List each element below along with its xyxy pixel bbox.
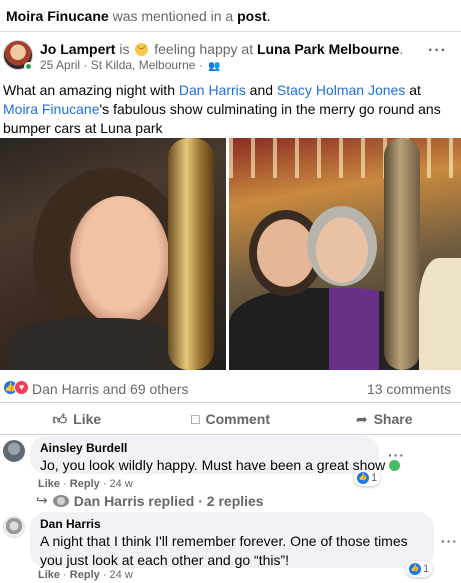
like-reaction-icon: 👍 — [357, 472, 369, 484]
love-reaction-icon: ♥ — [14, 380, 29, 395]
activity-text: is — [115, 41, 134, 57]
happy-face-icon — [135, 40, 149, 56]
post-headline: Jo Lampert is feeling happy at Luna Park… — [40, 40, 404, 57]
reaction-icons[interactable]: 👍 ♥ — [3, 380, 31, 396]
divider — [0, 31, 461, 32]
comment-bubble: Dan Harris A night that I think I'll rem… — [30, 512, 434, 568]
replier-avatar — [52, 494, 69, 507]
post-more-options-button[interactable]: ··· — [428, 42, 447, 60]
carousel-pole — [384, 138, 420, 370]
comment-reply-link[interactable]: Reply — [70, 478, 100, 490]
comment-like-link[interactable]: Like — [38, 478, 60, 490]
comment-actions: Like · Reply · 24 w — [38, 478, 133, 490]
comment-reaction-badge[interactable]: 👍 1 — [406, 561, 433, 577]
tag-dan-harris[interactable]: Dan Harris — [179, 82, 246, 98]
like-reaction-icon: 👍 — [409, 563, 421, 575]
caption-text: What an amazing night with — [3, 82, 179, 98]
replied-text: replied · — [144, 492, 207, 509]
comment-more-button[interactable]: ··· — [388, 447, 405, 463]
comment-reaction-badge[interactable]: 👍 1 — [354, 470, 381, 486]
carousel-horse — [419, 258, 461, 370]
post-actions: 👍︎ Like □ Comment ➦ Share — [0, 404, 461, 434]
carousel-lights — [229, 138, 461, 178]
mentioned-user-name[interactable]: Moira Finucane — [6, 8, 109, 24]
post-meta: 25 April · St Kilda, Melbourne · 👥 — [40, 58, 221, 72]
reactions-summary: 👍 ♥ Dan Harris and 69 others 13 comments — [0, 376, 461, 400]
comment-author[interactable]: Dan Harris — [40, 517, 424, 532]
comment-like-link[interactable]: Like — [38, 569, 60, 581]
post-date-location[interactable]: 25 April · St Kilda, Melbourne · — [40, 58, 203, 72]
reaction-count[interactable]: Dan Harris and 69 others — [32, 381, 188, 397]
notice-text: was mentioned in a — [108, 8, 238, 24]
view-replies-link[interactable]: ↪ Dan Harris replied · 2 replies — [36, 492, 264, 509]
comment-author[interactable]: Ainsley Burdell — [40, 441, 369, 456]
divider — [0, 402, 461, 403]
post-photo-friends[interactable] — [229, 138, 461, 370]
caption-text: and — [245, 82, 277, 98]
post-photo-selfie[interactable] — [0, 138, 226, 370]
location-link[interactable]: Luna Park Melbourne — [257, 41, 399, 57]
comment-text: Jo, you look wildly happy. Must have bee… — [40, 456, 401, 475]
carousel-pole — [168, 138, 214, 370]
comment-age[interactable]: 24 w — [110, 478, 133, 490]
tag-stacy-holman-jones[interactable]: Stacy Holman Jones — [277, 82, 405, 98]
headline-period: . — [399, 41, 404, 57]
post-author-name[interactable]: Jo Lampert — [40, 41, 115, 57]
notice-period: . — [266, 8, 271, 24]
comment-reaction-count: 1 — [371, 472, 378, 484]
comment-reaction-count: 1 — [423, 563, 430, 575]
replies-count: 2 replies — [206, 492, 264, 509]
thumbs-up-icon: 👍︎ — [52, 410, 68, 427]
comment-age[interactable]: 24 w — [110, 569, 133, 581]
like-button[interactable]: 👍︎ Like — [0, 404, 154, 434]
photo-subject-face — [70, 196, 170, 326]
comment-bubble: Ainsley Burdell Jo, you look wildly happ… — [30, 436, 401, 475]
comment-text: A night that I think I'll remember forev… — [40, 533, 408, 568]
comment-actions: Like · Reply · 24 w — [38, 569, 133, 581]
like-label: Like — [73, 411, 102, 427]
replier-name: Dan Harris — [73, 492, 145, 509]
comment-body: Jo, you look wildly happy. Must have bee… — [40, 457, 386, 473]
share-label: Share — [373, 411, 413, 427]
commenter-avatar[interactable] — [3, 516, 25, 538]
caption-text: at — [405, 82, 421, 98]
speech-bubble-icon: □ — [190, 411, 200, 427]
photo-subject-body — [10, 318, 180, 370]
friends-icon: 👥 — [208, 61, 221, 72]
comment-count[interactable]: 13 comments — [367, 381, 451, 397]
tag-moira-finucane[interactable]: Moira Finucane — [3, 101, 100, 117]
post-header: Jo Lampert is feeling happy at Luna Park… — [0, 36, 461, 76]
photo-subject-face — [307, 206, 377, 286]
commenter-avatar[interactable] — [3, 440, 25, 462]
divider — [0, 434, 461, 435]
mention-notice: Moira Finucane was mentioned in a post. — [0, 0, 461, 30]
comment-button[interactable]: □ Comment — [154, 404, 308, 434]
comment-reply-link[interactable]: Reply — [70, 569, 100, 581]
comment-label: Comment — [205, 411, 271, 427]
post-caption: What an amazing night with Dan Harris an… — [3, 81, 455, 138]
reply-arrow-icon: ↪ — [36, 492, 48, 508]
comment-more-button[interactable]: ··· — [441, 533, 458, 549]
feeling-text: feeling happy at — [150, 41, 257, 57]
online-status-dot — [24, 62, 33, 71]
share-button[interactable]: ➦ Share — [307, 404, 461, 434]
notice-post-link[interactable]: post — [237, 8, 267, 24]
share-arrow-icon: ➦ — [355, 410, 368, 427]
